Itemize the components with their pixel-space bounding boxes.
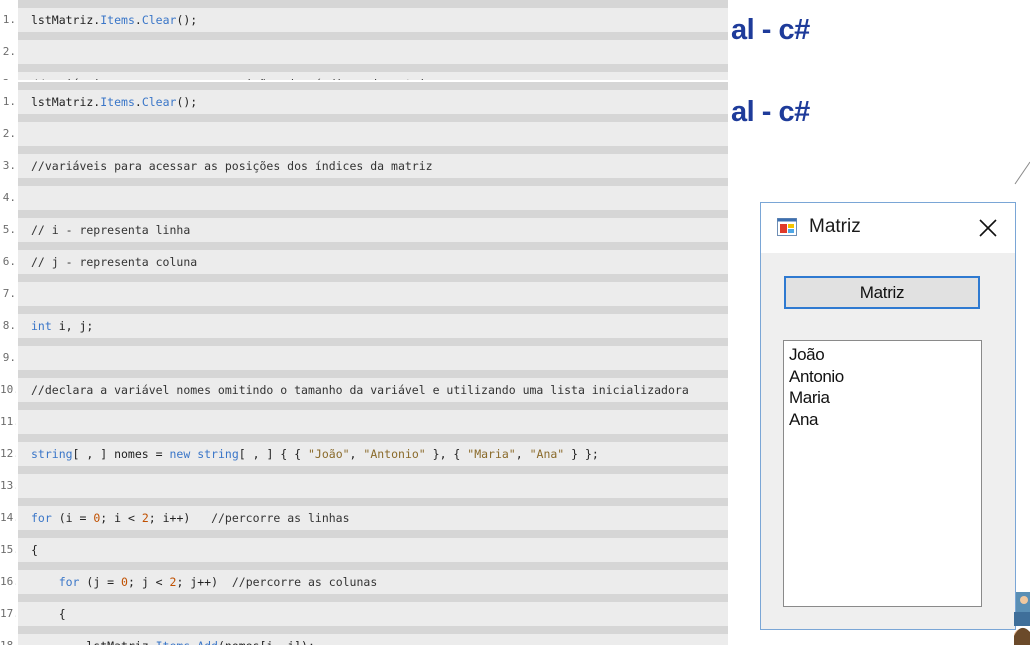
- code-text: //declara a variável nomes omitindo o ta…: [31, 383, 689, 397]
- matriz-button[interactable]: Matriz: [784, 276, 980, 309]
- people-illustration: [1014, 592, 1030, 645]
- code-text: {: [31, 607, 66, 621]
- line-number: 5.: [2, 223, 16, 236]
- line-number: 11.: [0, 415, 16, 428]
- form-title: Matriz: [809, 216, 861, 237]
- slide-title: al - c#: [731, 96, 810, 128]
- line-number: 15.: [0, 543, 16, 556]
- code-text: // j - representa coluna: [31, 255, 198, 269]
- list-item[interactable]: Antonio: [789, 366, 976, 388]
- line-number: 12.: [0, 447, 16, 460]
- code-text: int i, j;: [31, 319, 94, 333]
- code-text: string[ , ] nomes = new string[ , ] { { …: [31, 447, 599, 461]
- line-number: 18.: [0, 634, 16, 645]
- code-text: for (i = 0; i < 2; i++) //percorre as li…: [31, 511, 350, 525]
- matriz-form-window: Matriz Matriz João Antonio Maria Ana: [760, 202, 1016, 630]
- line-number: 2.: [2, 45, 16, 58]
- code-line: 3. //variáveis para acessar as posições d…: [0, 64, 728, 80]
- code-text: //variáveis para acessar as posições dos…: [31, 159, 433, 173]
- code-line: 1. lstMatriz.Items.Clear();: [0, 82, 728, 114]
- line-number: 10.: [0, 383, 16, 396]
- code-line: 16. for (j = 0; j < 2; j++) //percorre a…: [0, 562, 728, 594]
- code-text: // i - representa linha: [31, 223, 191, 237]
- code-line: 8. int i, j;: [0, 306, 728, 338]
- code-line: 2.: [0, 114, 728, 146]
- code-line: 9.: [0, 338, 728, 370]
- line-number: 16.: [0, 575, 16, 588]
- line-number: 9.: [2, 351, 16, 364]
- code-line: 15. {: [0, 530, 728, 562]
- line-number: 6.: [2, 255, 16, 268]
- code-text: //variáveis para acessar as posições dos…: [31, 72, 433, 80]
- code-line: 2.: [0, 32, 728, 64]
- line-number: 2.: [2, 127, 16, 140]
- code-line: 18. lstMatriz.Items.Add(nomes[i, j]);: [0, 626, 728, 645]
- line-number: 13.: [0, 479, 16, 492]
- list-item[interactable]: Ana: [789, 409, 976, 431]
- code-text: lstMatriz.Items.Add(nomes[i, j]);: [31, 634, 315, 645]
- line-number: 1.: [2, 95, 16, 108]
- code-text: lstMatriz.Items.Clear();: [31, 95, 198, 109]
- code-line: 11.: [0, 402, 728, 434]
- code-text: for (j = 0; j < 2; j++) //percorre as co…: [58, 575, 378, 589]
- code-line: 1. lstMatriz.Items.Clear();: [0, 0, 728, 32]
- code-snippet: 1. lstMatriz.Items.Clear(); 2. 3. //variávei…: [0, 82, 728, 645]
- code-line: 12. string[ , ] nomes = new string[ , ] {…: [0, 434, 728, 466]
- slide-title-partial: al - c#: [731, 14, 810, 46]
- code-line: 4.: [0, 178, 728, 210]
- app-icon: [777, 218, 797, 236]
- code-line: 17. {: [0, 594, 728, 626]
- code-text: lstMatriz.Items.Clear();: [31, 13, 198, 27]
- code-snippet-overlay: 1. lstMatriz.Items.Clear(); 2. 3. //variávei…: [0, 0, 728, 80]
- line-number: 17.: [0, 607, 16, 620]
- code-line: 13.: [0, 466, 728, 498]
- code-line: 14. for (i = 0; i < 2; i++) //percorre as…: [0, 498, 728, 530]
- line-number: 7.: [2, 287, 16, 300]
- code-text: {: [31, 543, 38, 557]
- code-line: 5. // i - representa linha: [0, 210, 728, 242]
- line-number: 3.: [0, 72, 16, 80]
- code-line: 6. // j - representa coluna: [0, 242, 728, 274]
- line-number: 4.: [2, 191, 16, 204]
- close-icon[interactable]: [973, 213, 1003, 243]
- code-line: 7.: [0, 274, 728, 306]
- line-number: 1.: [2, 13, 16, 26]
- list-item[interactable]: Maria: [789, 387, 976, 409]
- list-item[interactable]: João: [789, 344, 976, 366]
- form-titlebar: Matriz: [761, 203, 1015, 253]
- code-line: 10. //declara a variável nomes omitindo o…: [0, 370, 728, 402]
- line-number: 3.: [2, 159, 16, 172]
- names-listbox[interactable]: João Antonio Maria Ana: [783, 340, 982, 607]
- line-number: 8.: [2, 319, 16, 332]
- line-number: 14.: [0, 511, 16, 524]
- decorative-line: [1014, 161, 1030, 185]
- code-line: 3. //variáveis para acessar as posições d…: [0, 146, 728, 178]
